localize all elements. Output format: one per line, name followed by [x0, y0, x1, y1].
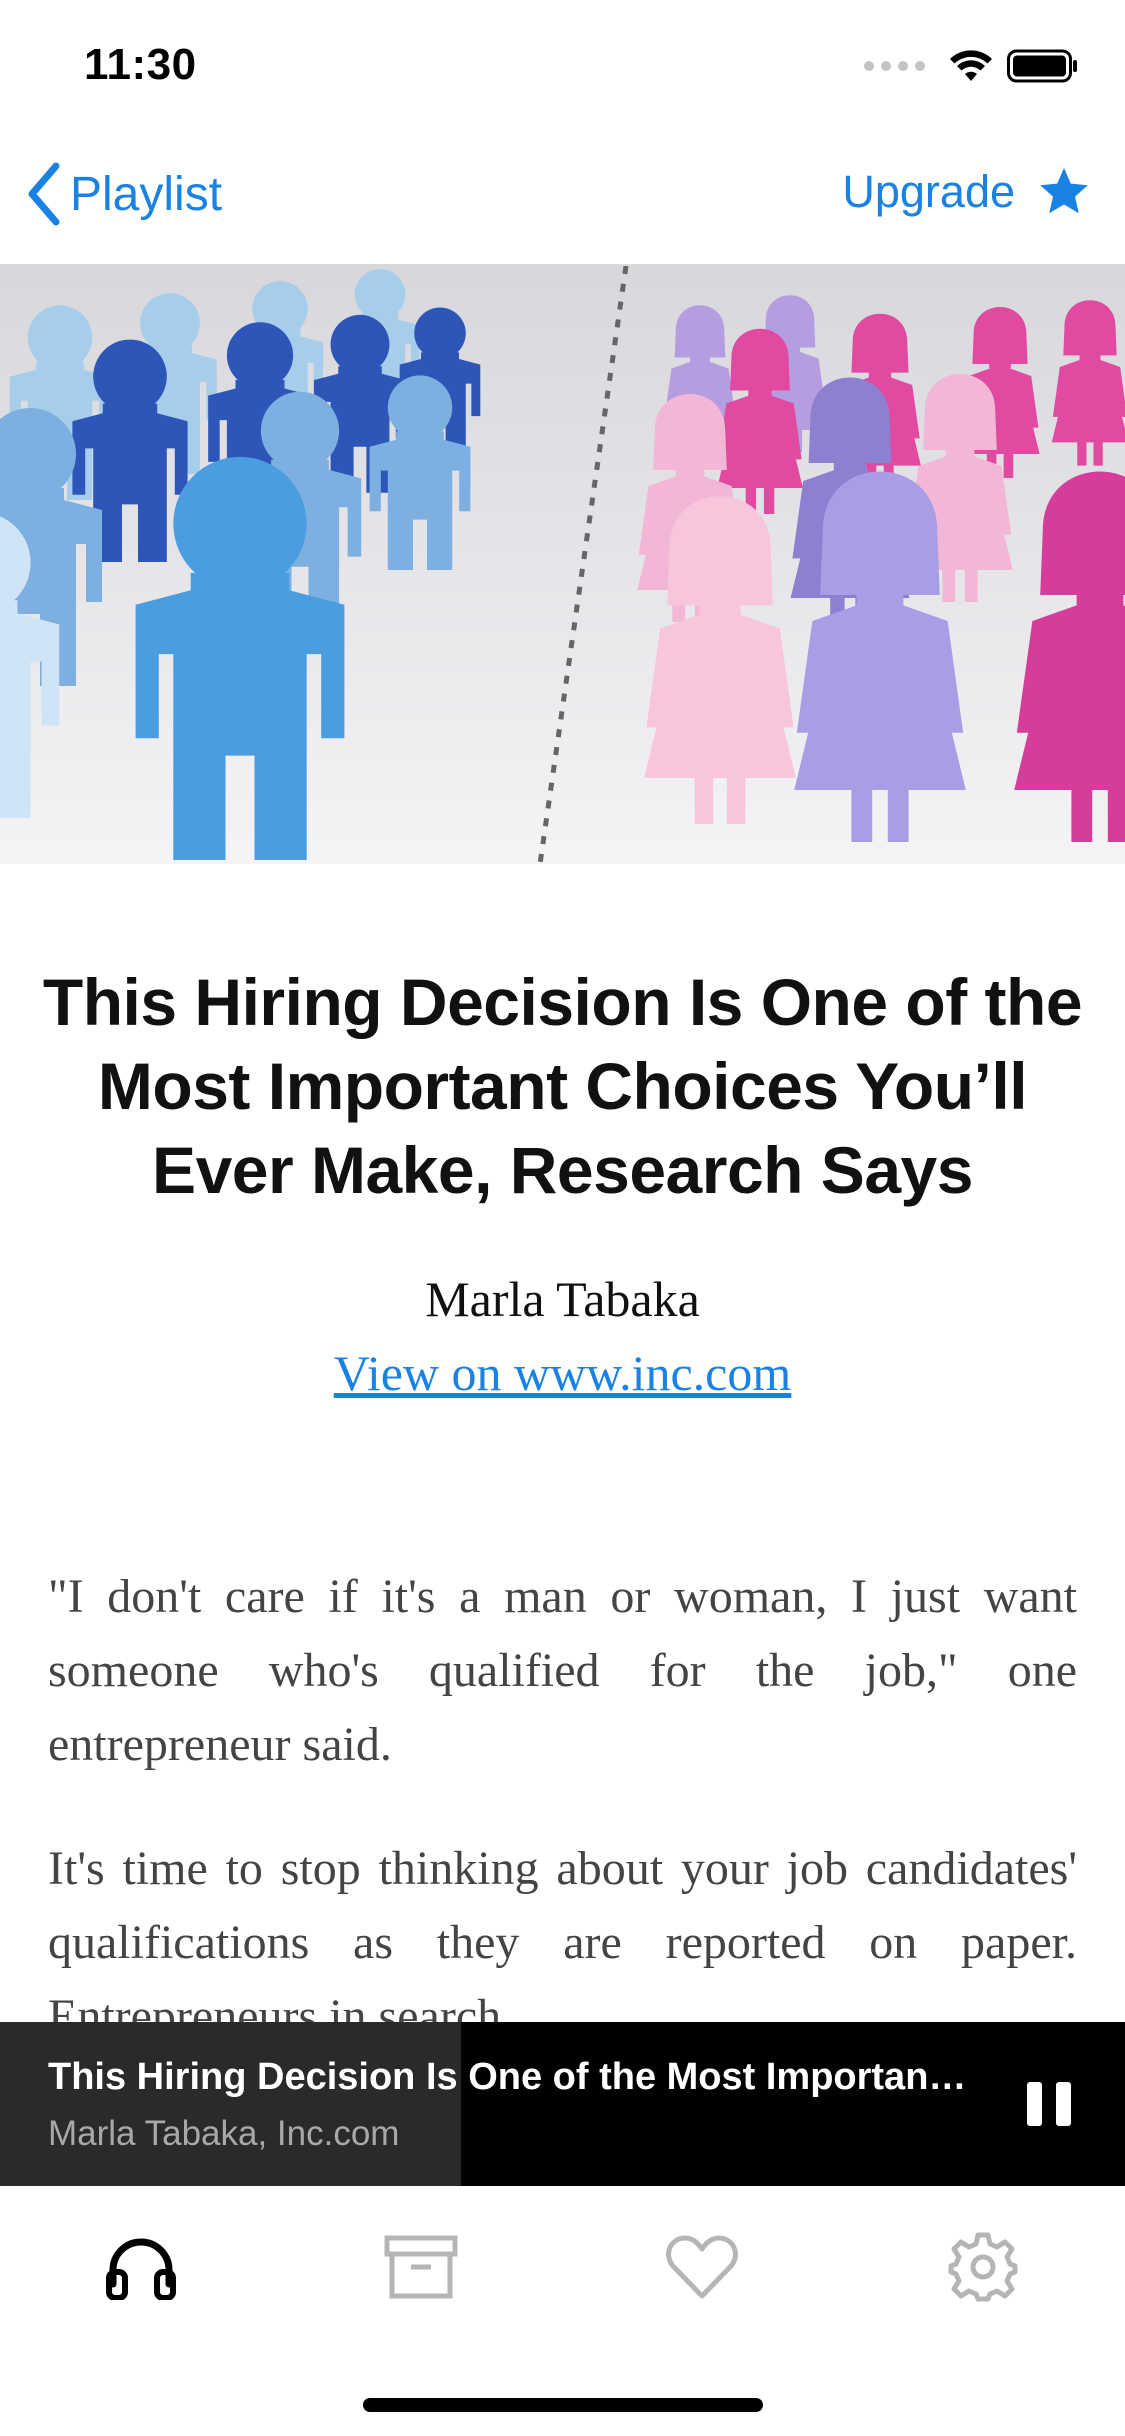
view-source-link[interactable]: View on www.inc.com — [0, 1344, 1125, 1402]
battery-icon — [1007, 49, 1077, 83]
article-author: Marla Tabaka — [425, 1271, 700, 1327]
back-button[interactable]: Playlist — [24, 162, 222, 226]
playback-progress-bar — [0, 2022, 462, 2186]
upgrade-button-label: Upgrade — [842, 166, 1015, 217]
mini-player-subtitle: Marla Tabaka, Inc.com — [48, 2114, 400, 2153]
star-icon — [1040, 168, 1088, 214]
tab-archive[interactable] — [376, 2222, 466, 2312]
tab-settings[interactable] — [938, 2222, 1028, 2312]
status-icons — [864, 48, 1079, 84]
mini-player[interactable]: This Hiring Decision Is One of the Most … — [0, 2022, 1125, 2186]
mini-player-title: This Hiring Decision Is One of the Most … — [48, 2056, 978, 2098]
upgrade-button[interactable]: Upgrade — [842, 166, 1091, 218]
chevron-left-icon — [28, 162, 60, 226]
nav-bar: Playlist Upgrade — [0, 140, 1125, 266]
tab-favorites[interactable] — [657, 2222, 747, 2312]
back-button-label: Playlist — [70, 167, 223, 221]
article-hero-image — [0, 266, 1125, 864]
status-time: 11:30 — [84, 40, 197, 89]
archive-icon — [384, 2235, 458, 2299]
home-indicator[interactable] — [363, 2398, 763, 2412]
headphones-icon — [106, 2238, 176, 2300]
tab-listen[interactable] — [96, 2222, 186, 2312]
gear-icon — [948, 2232, 1018, 2302]
pause-button[interactable] — [1027, 2082, 1071, 2126]
cellular-signal-icon — [864, 61, 925, 71]
wifi-icon — [950, 50, 992, 81]
article-paragraph: "I don't care if it's a man or woman, I … — [48, 1570, 1077, 1771]
article-paragraph: It's time to stop thinking about your jo… — [48, 1842, 1077, 2043]
heart-icon — [666, 2235, 738, 2299]
status-bar: 11:30 — [0, 0, 1125, 140]
article-title: This Hiring Decision Is One of the Most … — [42, 965, 1083, 1207]
